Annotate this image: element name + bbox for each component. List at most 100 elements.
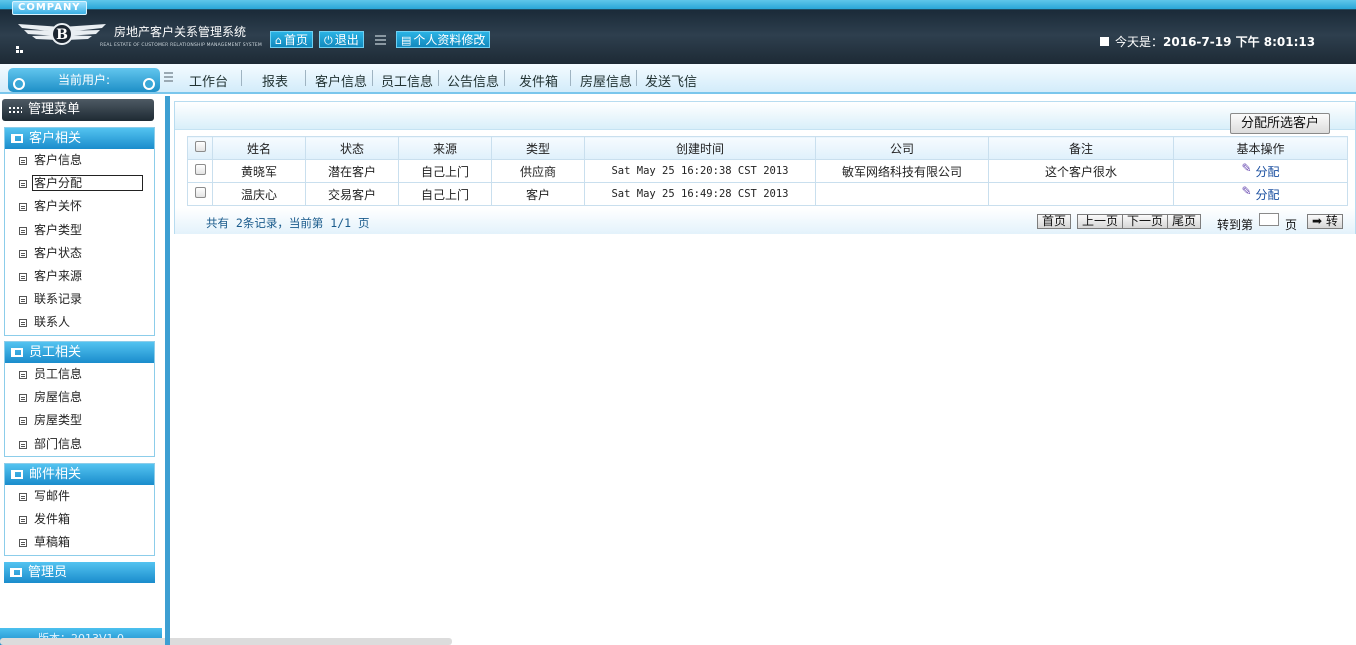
row-select-cell — [187, 182, 213, 206]
system-title: 房地产客户关系管理系统 — [114, 25, 247, 39]
last-page-button[interactable]: 尾页 — [1167, 214, 1202, 229]
bentley-logo: B — [16, 23, 106, 53]
main-nav: 当前用户: 工作台 报表 客户信息 员工信息 公告信息 发件箱 房屋信息 发送飞… — [0, 64, 1356, 94]
table-row: 黄晓军 潜在客户 自己上门 供应商 Sat May 25 16:20:38 CS… — [187, 159, 1348, 183]
list-item-icon — [19, 371, 27, 379]
nav-employee-info[interactable]: 员工信息 — [381, 71, 433, 90]
column-header-type[interactable]: 类型 — [491, 136, 585, 160]
section-customer: 客户相关 客户信息 客户分配 客户关怀 客户类型 客户状态 客户来源 联系记录 … — [4, 127, 155, 336]
sidebar-item-customer-status[interactable]: 客户状态 — [5, 242, 154, 265]
section-header-mail[interactable]: 邮件相关 — [5, 464, 154, 485]
sidebar-item-department-info[interactable]: 部门信息 — [5, 433, 154, 456]
row-checkbox[interactable] — [194, 187, 206, 198]
book-icon — [11, 470, 23, 479]
column-header-created[interactable]: 创建时间 — [584, 136, 816, 160]
list-item-icon — [19, 417, 27, 426]
pin-icon — [13, 78, 25, 90]
record-summary: 共有 2条记录，当前第 1/1 页 — [206, 216, 370, 230]
grid-icon — [8, 106, 22, 115]
next-page-button[interactable]: 下一页 — [1122, 214, 1169, 229]
nav-house-info[interactable]: 房屋信息 — [580, 71, 632, 90]
power-icon: ⏻ — [324, 34, 333, 47]
sidebar-item-outbox[interactable]: 发件箱 — [5, 508, 154, 531]
sidebar-item-customer-source[interactable]: 客户来源 — [5, 265, 154, 288]
goto-page-input[interactable] — [1259, 213, 1279, 226]
column-header-company[interactable]: 公司 — [815, 136, 989, 160]
section-header-employee[interactable]: 员工相关 — [5, 342, 154, 363]
current-date: 今天是：2016-7-19 下午 8:01:13 — [1100, 33, 1315, 50]
customer-assign-panel: 分配所选客户 姓名 状态 来源 类型 创建时间 公司 备注 基本操作 黄晓军 潜… — [174, 101, 1356, 234]
document-icon: ▤ — [401, 34, 412, 47]
arrow-right-icon: ➡ — [1312, 214, 1323, 228]
cell-created: Sat May 25 16:20:38 CST 2013 — [584, 159, 816, 183]
nav-reports[interactable]: 报表 — [262, 71, 288, 90]
sidebar-item-drafts[interactable]: 草稿箱 — [5, 531, 154, 554]
assign-link[interactable]: ✎ 分配 — [1241, 184, 1279, 202]
prev-page-button[interactable]: 上一页 — [1077, 214, 1124, 229]
sidebar-item-write-mail[interactable]: 写邮件 — [5, 485, 154, 508]
column-header-source[interactable]: 来源 — [398, 136, 492, 160]
square-icon — [1100, 37, 1109, 46]
section-employee: 员工相关 员工信息 房屋信息 房屋类型 部门信息 — [4, 341, 155, 457]
row-select-cell — [187, 159, 213, 183]
home-button[interactable]: ⌂ 首页 — [270, 31, 313, 48]
svg-text:B: B — [56, 27, 68, 43]
sidebar-item-house-info[interactable]: 房屋信息 — [5, 386, 154, 409]
panel-header — [175, 102, 1355, 130]
cell-status: 交易客户 — [305, 182, 399, 206]
row-checkbox[interactable] — [194, 164, 206, 175]
list-item-icon — [19, 226, 27, 235]
select-all-cell — [187, 136, 213, 160]
cell-note: 这个客户很水 — [988, 159, 1174, 183]
list-item-icon — [19, 203, 27, 212]
sidebar-item-customer-care[interactable]: 客户关怀 — [5, 195, 154, 218]
list-item-icon — [19, 516, 27, 525]
assign-selected-button[interactable]: 分配所选客户 — [1230, 113, 1330, 134]
sidebar-item-contacts[interactable]: 联系人 — [5, 311, 154, 334]
cell-actions: ✎ 分配 — [1173, 159, 1348, 183]
nav-customer-info[interactable]: 客户信息 — [315, 71, 367, 90]
list-item-icon — [19, 440, 27, 449]
grip-icon — [164, 72, 173, 84]
sidebar-item-employee-info[interactable]: 员工信息 — [5, 363, 154, 386]
list-item-icon — [19, 157, 27, 165]
sidebar-item-customer-type[interactable]: 客户类型 — [5, 219, 154, 242]
column-header-status[interactable]: 状态 — [305, 136, 399, 160]
list-item-icon — [19, 394, 27, 403]
column-header-note[interactable]: 备注 — [988, 136, 1174, 160]
table-header-row: 姓名 状态 来源 类型 创建时间 公司 备注 基本操作 — [187, 136, 1348, 160]
section-header-customer[interactable]: 客户相关 — [5, 128, 154, 149]
section-mail: 邮件相关 写邮件 发件箱 草稿箱 — [4, 463, 155, 556]
cell-company: 敏军网络科技有限公司 — [815, 159, 989, 183]
nav-dashboard[interactable]: 工作台 — [189, 71, 228, 90]
section-header-admin[interactable]: 管理员 — [4, 562, 155, 583]
nav-announcements[interactable]: 公告信息 — [447, 71, 499, 90]
go-button[interactable]: ➡ 转 — [1307, 214, 1343, 229]
list-item-icon — [19, 493, 27, 501]
table-row: 温庆心 交易客户 自己上门 客户 Sat May 25 16:49:28 CST… — [187, 182, 1348, 206]
logout-button[interactable]: ⏻ 退出 — [319, 31, 364, 48]
list-item-icon — [19, 180, 27, 189]
cell-name: 温庆心 — [212, 182, 306, 206]
horizontal-scrollbar[interactable] — [0, 638, 452, 645]
sidebar-item-customer-info[interactable]: 客户信息 — [5, 149, 154, 172]
list-icon — [375, 35, 386, 45]
profile-edit-button[interactable]: ▤ 个人资料修改 — [396, 31, 491, 48]
cell-type: 供应商 — [491, 159, 585, 183]
sidebar-item-customer-assign[interactable]: 客户分配 — [5, 172, 154, 195]
nav-outbox[interactable]: 发件箱 — [519, 71, 558, 90]
sidebar-divider — [165, 96, 170, 645]
top-banner: COMPANY B 房地产客户关系管理系统 REAL ESTATE OF CUS… — [0, 0, 1356, 64]
assign-link[interactable]: ✎ 分配 — [1241, 161, 1279, 179]
page-unit-label: 页 — [1285, 218, 1298, 232]
nav-send-fetion[interactable]: 发送飞信 — [645, 71, 697, 90]
sidebar: 管理菜单 客户相关 客户信息 客户分配 客户关怀 客户类型 客户状态 客户来源 … — [0, 96, 165, 645]
select-all-checkbox[interactable] — [194, 141, 206, 152]
column-header-name[interactable]: 姓名 — [212, 136, 306, 160]
cell-actions: ✎ 分配 — [1173, 182, 1348, 206]
list-item-icon — [19, 319, 27, 328]
sidebar-item-contact-records[interactable]: 联系记录 — [5, 288, 154, 311]
home-icon: ⌂ — [275, 34, 282, 47]
first-page-button[interactable]: 首页 — [1037, 214, 1072, 229]
sidebar-item-house-type[interactable]: 房屋类型 — [5, 409, 154, 432]
